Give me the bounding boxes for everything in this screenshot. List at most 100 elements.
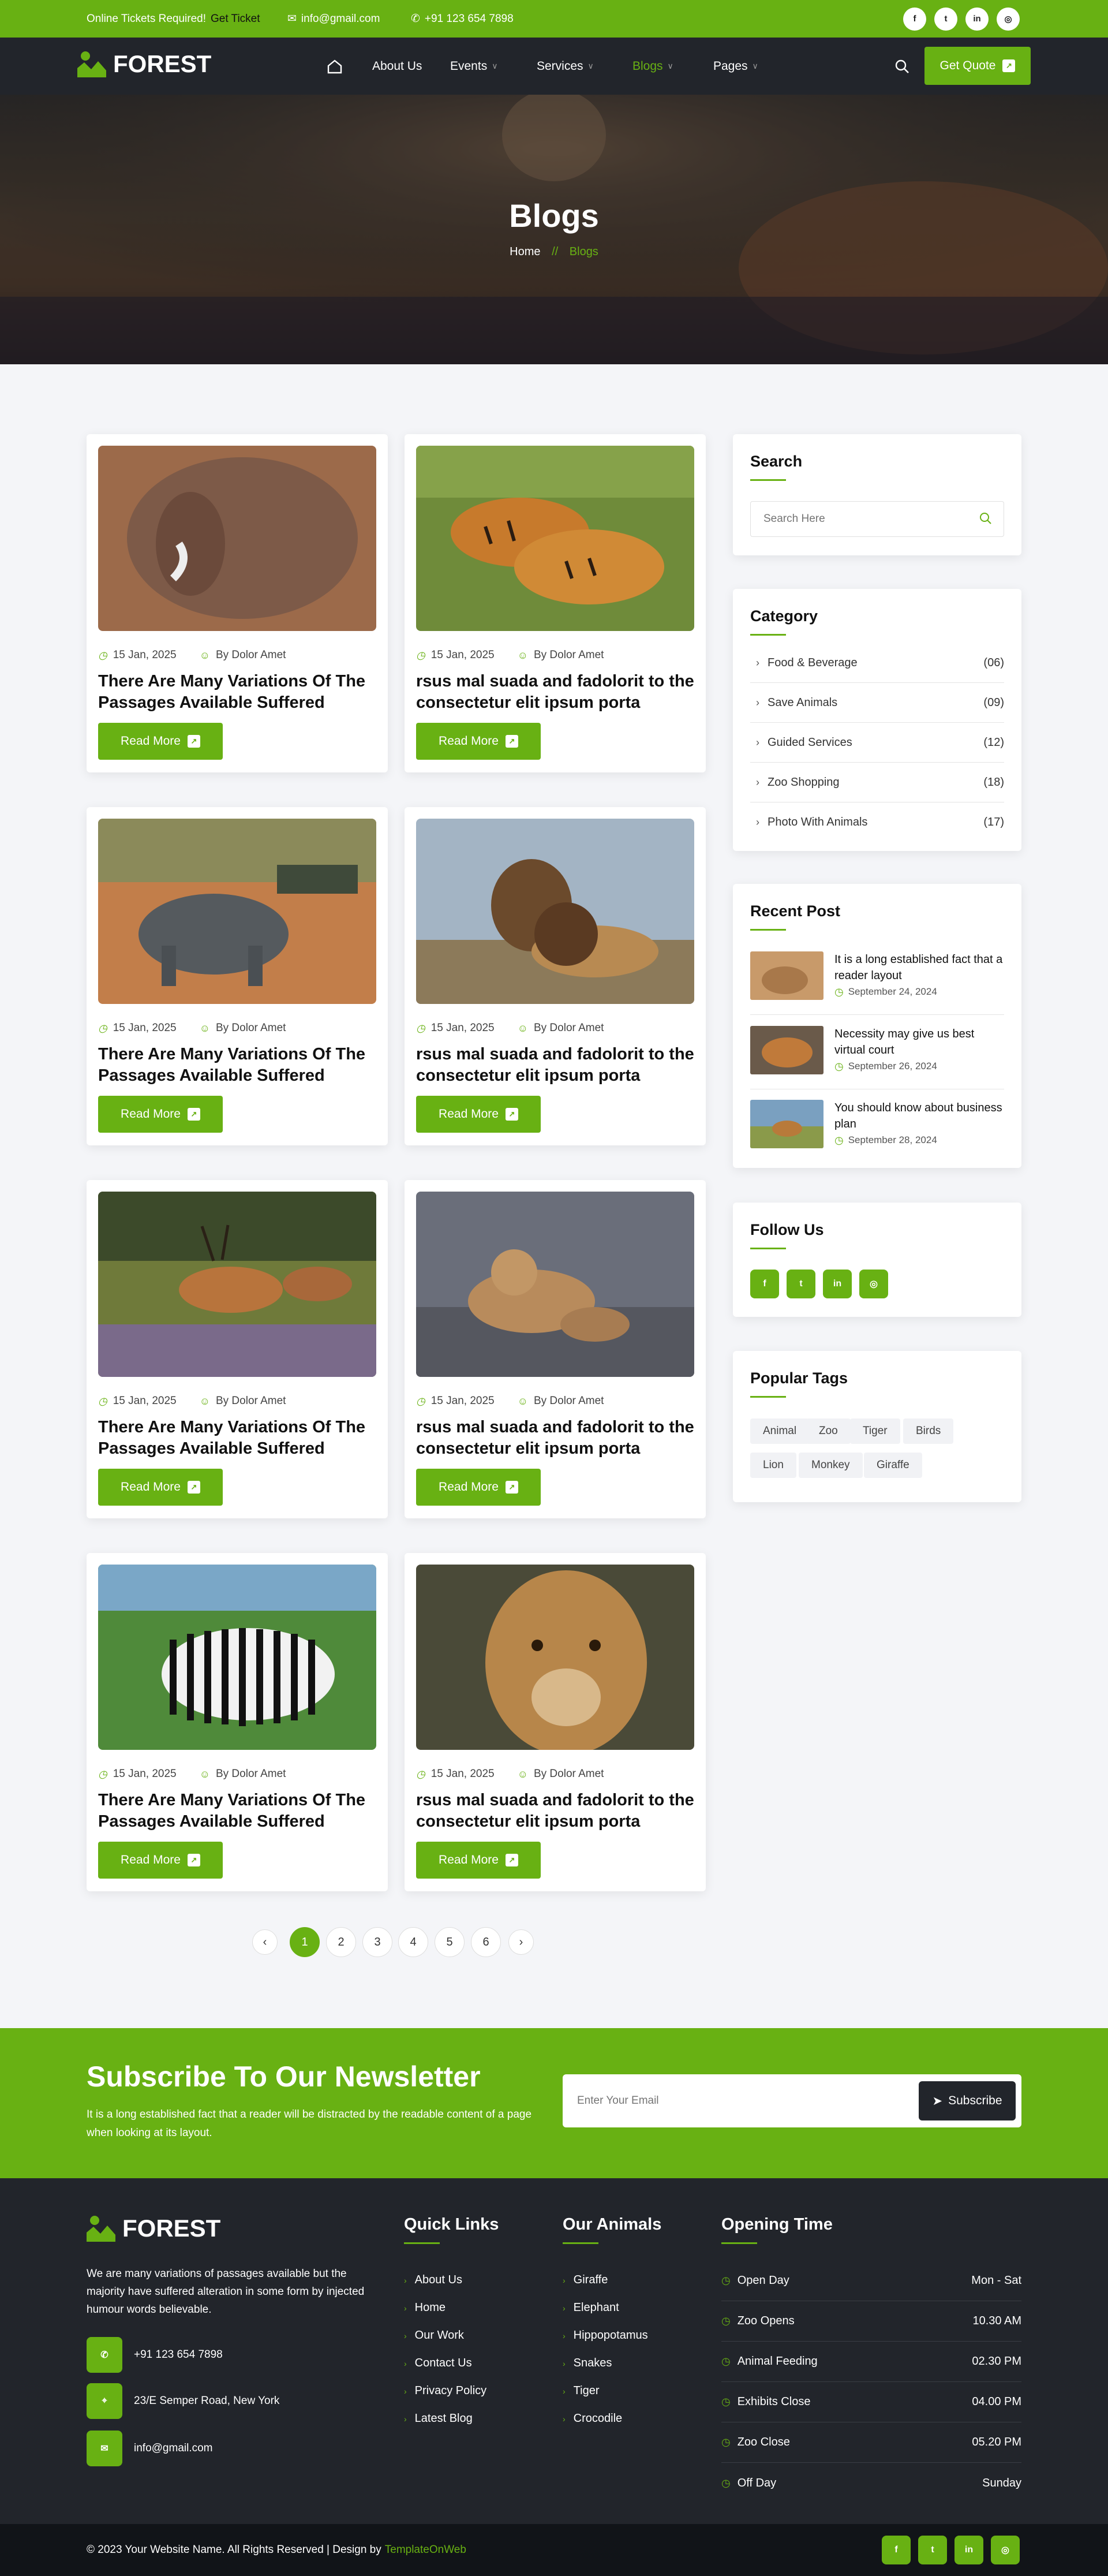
recent-post-item[interactable]: You should know about business plan ◷ Sep…: [750, 1100, 1004, 1163]
tag-item[interactable]: Birds: [903, 1418, 954, 1444]
pagination-prev[interactable]: ‹: [252, 1929, 278, 1955]
top-email[interactable]: ✉ info@gmail.com: [287, 0, 380, 38]
footer-link[interactable]: › Contact Us: [404, 2357, 472, 2370]
instagram-icon[interactable]: ◎: [997, 7, 1020, 31]
post-title[interactable]: rsus mal suada and fadolorit to the cons…: [416, 1044, 694, 1087]
home-icon[interactable]: [327, 38, 343, 95]
read-more-button[interactable]: Read More ↗: [416, 723, 541, 760]
lions-image[interactable]: [416, 819, 694, 1004]
get-quote-button[interactable]: Get Quote ↗: [924, 47, 1031, 85]
footer-animal-link[interactable]: › Crocodile: [563, 2412, 622, 2425]
footer-link[interactable]: › Privacy Policy: [404, 2384, 486, 2398]
read-more-button[interactable]: Read More ↗: [98, 723, 223, 760]
post-title[interactable]: rsus mal suada and fadolorit to the cons…: [416, 1417, 694, 1459]
subscribe-button[interactable]: ➤ Subscribe: [919, 2081, 1016, 2120]
nav-pages[interactable]: Pages ∨: [713, 38, 758, 95]
read-more-button[interactable]: Read More ↗: [98, 1842, 223, 1879]
footer-link[interactable]: › About Us: [404, 2273, 462, 2287]
footer-animal-link[interactable]: › Snakes: [563, 2357, 612, 2370]
pagination-page-2[interactable]: 2: [326, 1927, 356, 1957]
read-more-button[interactable]: Read More ↗: [98, 1096, 223, 1133]
breadcrumb-home[interactable]: Home: [510, 245, 540, 258]
category-item[interactable]: › Save Animals (09): [750, 683, 1004, 723]
post-title[interactable]: rsus mal suada and fadolorit to the cons…: [416, 1790, 694, 1832]
newsletter-email-input[interactable]: [563, 2074, 909, 2127]
recent-post-item[interactable]: Necessity may give us best virtual court…: [750, 1026, 1004, 1089]
search-input[interactable]: [750, 501, 1004, 537]
read-more-button[interactable]: Read More ↗: [416, 1469, 541, 1506]
facebook-icon[interactable]: f: [903, 7, 926, 31]
read-more-button[interactable]: Read More ↗: [98, 1469, 223, 1506]
instagram-icon[interactable]: ◎: [859, 1270, 888, 1298]
facebook-icon[interactable]: f: [750, 1270, 779, 1298]
footer-address[interactable]: ⌖ 23/E Semper Road, New York: [87, 2383, 279, 2419]
nav-services[interactable]: Services ∨: [537, 38, 594, 95]
top-phone[interactable]: ✆ +91 123 654 7898: [411, 0, 514, 38]
recent-post-thumbnail: [750, 951, 823, 1000]
tigers-image[interactable]: [416, 446, 694, 631]
tag-item[interactable]: Zoo: [806, 1418, 851, 1444]
category-item[interactable]: › Food & Beverage (06): [750, 643, 1004, 683]
blog-card: ◷ 15 Jan, 2025 ☺ By Dolor Amet There Are Ma…: [87, 807, 388, 1145]
facebook-icon[interactable]: f: [882, 2536, 911, 2564]
nav-about[interactable]: About Us: [372, 38, 422, 95]
category-item[interactable]: › Zoo Shopping (18): [750, 763, 1004, 802]
twitter-icon[interactable]: t: [787, 1270, 815, 1298]
pagination-page-3[interactable]: 3: [362, 1927, 392, 1957]
footer-logo[interactable]: FOREST: [87, 2215, 220, 2242]
category-item[interactable]: › Photo With Animals (17): [750, 802, 1004, 842]
elephant-image[interactable]: [98, 446, 376, 631]
post-title[interactable]: There Are Many Variations Of The Passage…: [98, 1790, 376, 1832]
footer-animal-link[interactable]: › Elephant: [563, 2301, 619, 2314]
pagination-page-6[interactable]: 6: [471, 1927, 501, 1957]
tag-item[interactable]: Monkey: [799, 1453, 863, 1478]
designer-link[interactable]: TemplateOnWeb: [385, 2544, 466, 2556]
recent-post-item[interactable]: It is a long established fact that a rea…: [750, 951, 1004, 1015]
post-title[interactable]: There Are Many Variations Of The Passage…: [98, 1417, 376, 1459]
linkedin-icon[interactable]: in: [954, 2536, 983, 2564]
footer-animal-link[interactable]: › Tiger: [563, 2384, 600, 2398]
tag-item[interactable]: Giraffe: [864, 1453, 922, 1478]
get-ticket-link[interactable]: Get Ticket: [211, 13, 260, 25]
post-date: ◷ 15 Jan, 2025: [98, 1768, 177, 1780]
read-more-button[interactable]: Read More ↗: [416, 1842, 541, 1879]
footer-animal-link[interactable]: › Giraffe: [563, 2273, 608, 2287]
twitter-icon[interactable]: t: [934, 7, 957, 31]
lioness-cubs-image[interactable]: [416, 1192, 694, 1377]
post-title[interactable]: There Are Many Variations Of The Passage…: [98, 671, 376, 714]
lioness-portrait-image[interactable]: [416, 1565, 694, 1750]
footer-link[interactable]: › Latest Blog: [404, 2412, 473, 2425]
nav-events[interactable]: Events ∨: [450, 38, 497, 95]
footer-phone[interactable]: ✆ +91 123 654 7898: [87, 2337, 223, 2373]
pagination-page-4[interactable]: 4: [398, 1927, 428, 1957]
footer-link[interactable]: › Home: [404, 2301, 446, 2314]
logo[interactable]: FOREST: [77, 50, 211, 78]
tag-item[interactable]: Lion: [750, 1453, 796, 1478]
our-animals-title: Our Animals: [563, 2215, 662, 2234]
antelope-image[interactable]: [98, 1192, 376, 1377]
zebra-image[interactable]: [98, 1565, 376, 1750]
tag-item[interactable]: Tiger: [850, 1418, 900, 1444]
chevron-right-icon: ›: [756, 656, 759, 669]
pagination-next[interactable]: ›: [508, 1929, 534, 1955]
title-underline: [750, 929, 786, 931]
footer-email[interactable]: ✉ info@gmail.com: [87, 2431, 213, 2466]
instagram-icon[interactable]: ◎: [991, 2536, 1020, 2564]
read-more-button[interactable]: Read More ↗: [416, 1096, 541, 1133]
footer-animal-link[interactable]: › Hippopotamus: [563, 2329, 648, 2342]
footer-link[interactable]: › Our Work: [404, 2329, 464, 2342]
footer-address-text: 23/E Semper Road, New York: [134, 2395, 280, 2407]
tag-item[interactable]: Animal: [750, 1418, 810, 1444]
linkedin-icon[interactable]: in: [823, 1270, 852, 1298]
nav-blogs[interactable]: Blogs ∨: [632, 38, 673, 95]
elephant-safari-image[interactable]: [98, 819, 376, 1004]
search-icon[interactable]: [979, 512, 993, 528]
twitter-icon[interactable]: t: [918, 2536, 947, 2564]
linkedin-icon[interactable]: in: [965, 7, 989, 31]
search-icon[interactable]: [894, 38, 909, 95]
pagination-page-1[interactable]: 1: [290, 1927, 320, 1957]
category-item[interactable]: › Guided Services (12): [750, 723, 1004, 763]
pagination-page-5[interactable]: 5: [435, 1927, 465, 1957]
post-title[interactable]: rsus mal suada and fadolorit to the cons…: [416, 671, 694, 714]
post-title[interactable]: There Are Many Variations Of The Passage…: [98, 1044, 376, 1087]
